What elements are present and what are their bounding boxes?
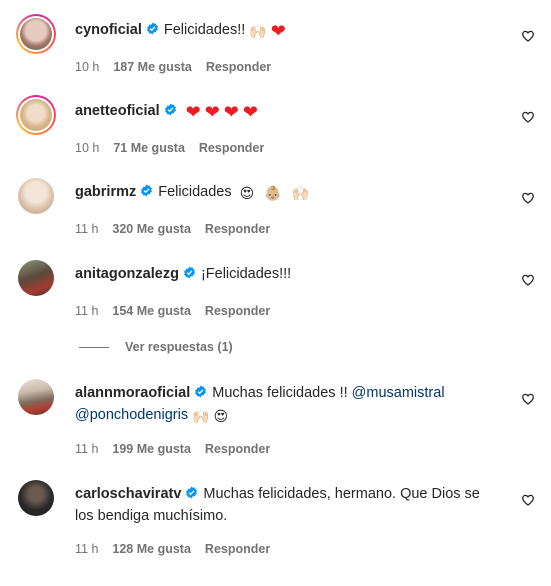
username[interactable]: cynoficial <box>75 22 142 38</box>
view-replies-button[interactable]: Ver respuestas (1) <box>75 340 233 354</box>
username[interactable]: gabrirmz <box>75 184 136 200</box>
heart-emoji: ❤ <box>223 102 239 122</box>
reply-button[interactable]: Responder <box>205 222 270 236</box>
heart-emoji: ❤ <box>204 102 220 122</box>
likes-count[interactable]: 320 Me gusta <box>112 222 191 236</box>
avatar-image <box>18 260 54 296</box>
verified-badge-icon <box>186 486 198 499</box>
timestamp[interactable]: 11 h <box>75 222 98 236</box>
heart-eyes-emoji: 😍 <box>239 185 255 201</box>
username[interactable]: anetteoficial <box>75 103 160 119</box>
avatar-image <box>20 99 52 131</box>
verified-badge-icon <box>164 103 176 116</box>
comment-line: anetteoficial ❤ ❤ ❤ ❤ <box>75 100 491 122</box>
avatar[interactable] <box>16 95 56 135</box>
likes-count[interactable]: 128 Me gusta <box>112 542 191 556</box>
username[interactable]: alannmoraoficial <box>75 385 190 401</box>
comment-meta: 10 h 187 Me gusta Responder <box>75 60 285 74</box>
comment-line-2: los bendiga muchísimo. <box>75 505 491 527</box>
comment-line: carloschaviratv Muchas felicidades, herma… <box>75 483 491 505</box>
comment-text: Felicidades!! <box>163 22 246 38</box>
avatar-image <box>20 18 52 50</box>
comment-meta: 11 h 128 Me gusta Responder <box>75 542 284 556</box>
heart-outline-icon[interactable] <box>521 191 535 205</box>
comment-text-continued: los bendiga muchísimo. <box>75 508 228 524</box>
comment-line: cynoficial Felicidades!! 🙌🏻 ❤ <box>75 19 491 41</box>
avatar[interactable] <box>16 258 56 298</box>
timestamp[interactable]: 11 h <box>75 542 98 556</box>
comment-meta: 11 h 199 Me gusta Responder <box>75 442 284 456</box>
verified-badge-icon <box>184 266 195 279</box>
heart-emoji: ❤ <box>185 102 201 122</box>
comment-text: ¡Felicidades!!! <box>200 266 292 282</box>
avatar-image <box>18 379 54 415</box>
verified-badge-icon <box>141 184 153 197</box>
comment-line: alannmoraoficial Muchas felicidades !! @m… <box>75 382 491 404</box>
comment-meta: 11 h 320 Me gusta Responder <box>75 222 284 236</box>
likes-count[interactable]: 71 Me gusta <box>113 141 185 155</box>
verified-badge-icon <box>146 22 158 35</box>
raising-hands-emoji: 🙌🏻 <box>192 408 210 424</box>
heart-outline-icon[interactable] <box>521 493 535 507</box>
likes-count[interactable]: 187 Me gusta <box>113 60 192 74</box>
reply-button[interactable]: Responder <box>199 141 264 155</box>
baby-emoji: 👶🏼 <box>264 185 282 201</box>
comment-line-2: @ponchodenigris 🙌🏻 😍 <box>75 404 491 426</box>
reply-button[interactable]: Responder <box>205 442 270 456</box>
likes-count[interactable]: 154 Me gusta <box>112 304 191 318</box>
username[interactable]: anitagonzalezg <box>75 266 179 282</box>
divider <box>79 347 109 349</box>
reply-button[interactable]: Responder <box>206 60 271 74</box>
timestamp[interactable]: 10 h <box>75 141 99 155</box>
timestamp[interactable]: 10 h <box>75 60 99 74</box>
heart-emoji: ❤ <box>242 102 258 122</box>
likes-count[interactable]: 199 Me gusta <box>112 442 191 456</box>
comment-text: Muchas felicidades !! <box>212 385 348 401</box>
avatar-image <box>18 480 54 516</box>
username[interactable]: carloschaviratv <box>75 486 181 502</box>
avatar[interactable] <box>16 176 56 216</box>
comment-line: gabrirmz Felicidades 😍 👶🏼 🙌🏻 <box>75 181 491 203</box>
avatar[interactable] <box>16 377 56 417</box>
heart-outline-icon[interactable] <box>521 110 535 124</box>
mention-link[interactable]: @ponchodenigris <box>75 407 188 423</box>
reply-button[interactable]: Responder <box>205 542 270 556</box>
verified-badge-icon <box>195 385 207 398</box>
view-replies-label: Ver respuestas (1) <box>125 340 233 354</box>
comment-line: anitagonzalezg ¡Felicidades!!! <box>75 263 491 285</box>
raising-hands-emoji: 🙌🏻 <box>249 23 267 39</box>
comment-text: Felicidades <box>158 184 232 200</box>
raising-hands-emoji: 🙌🏻 <box>291 185 310 201</box>
mention-link[interactable]: @musamistral <box>352 385 445 401</box>
comment-meta: 11 h 154 Me gusta Responder <box>75 304 284 318</box>
avatar[interactable] <box>16 478 56 518</box>
heart-eyes-emoji: 😍 <box>213 408 229 424</box>
heart-outline-icon[interactable] <box>521 392 535 406</box>
heart-outline-icon[interactable] <box>521 29 535 43</box>
comment-meta: 10 h 71 Me gusta Responder <box>75 141 278 155</box>
timestamp[interactable]: 11 h <box>75 442 98 456</box>
reply-button[interactable]: Responder <box>205 304 270 318</box>
avatar-image <box>18 178 54 214</box>
avatar[interactable] <box>16 14 56 54</box>
heart-outline-icon[interactable] <box>521 273 535 287</box>
heart-emoji: ❤ <box>270 21 286 41</box>
comment-text: Muchas felicidades, hermano. Que Dios se <box>203 486 480 502</box>
timestamp[interactable]: 11 h <box>75 304 98 318</box>
